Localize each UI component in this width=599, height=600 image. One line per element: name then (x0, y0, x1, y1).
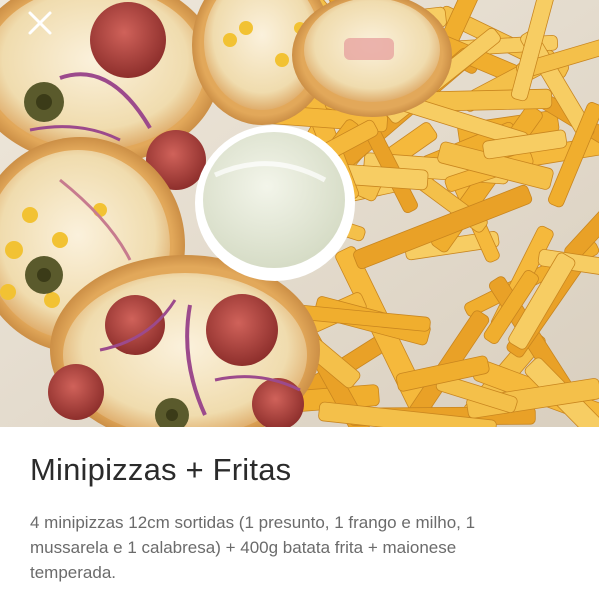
product-details: Minipizzas + Fritas 4 minipizzas 12cm so… (0, 427, 599, 600)
product-description: 4 minipizzas 12cm sortidas (1 presunto, … (30, 513, 476, 582)
product-photo (0, 0, 599, 427)
product-detail-screen: Minipizzas + Fritas 4 minipizzas 12cm so… (0, 0, 599, 600)
product-title: Minipizzas + Fritas (30, 452, 292, 487)
close-icon (28, 11, 52, 35)
mayonnaise-cup (195, 125, 355, 281)
close-button[interactable] (22, 5, 58, 41)
